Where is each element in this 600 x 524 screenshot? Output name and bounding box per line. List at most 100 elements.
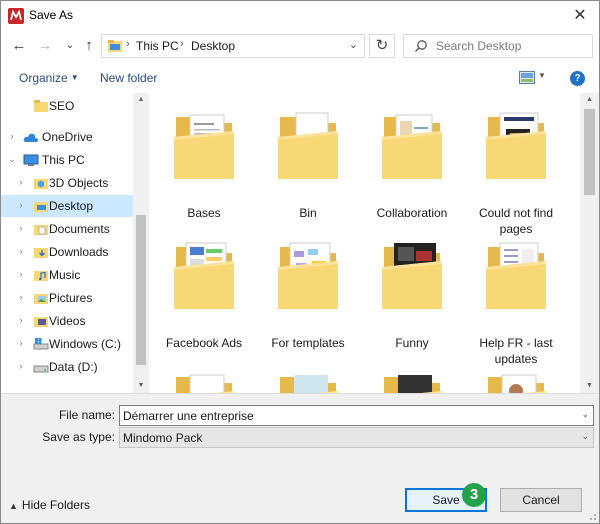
- breadcrumb-desktop[interactable]: Desktop: [191, 39, 235, 53]
- scroll-down-icon[interactable]: ▼: [133, 379, 149, 393]
- chevron-right-icon[interactable]: ›: [16, 361, 26, 371]
- chevron-right-icon[interactable]: ›: [16, 200, 26, 210]
- nav-item-label: SEO: [49, 99, 75, 113]
- nav-item-3d-objects[interactable]: › 3D Objects: [1, 172, 133, 194]
- refresh-icon[interactable]: ↻: [369, 34, 395, 58]
- nav-item-onedrive[interactable]: › OneDrive: [1, 126, 133, 148]
- chevron-right-icon[interactable]: ›: [16, 315, 26, 325]
- folder-icon: [488, 374, 546, 393]
- folder-item-bases[interactable]: Bases: [152, 107, 256, 237]
- breadcrumb-this-pc[interactable]: This PC: [136, 39, 179, 53]
- videos-folder-icon: [34, 317, 48, 327]
- nav-item-pictures[interactable]: › Pictures: [1, 287, 133, 309]
- save-as-dialog: Save As ✕ ← → ⌄ ↑ › This PC › Desktop ⌄ …: [0, 0, 600, 524]
- close-icon[interactable]: ✕: [567, 3, 593, 29]
- chevron-right-icon[interactable]: ›: [16, 246, 26, 256]
- folder-item-for-templates[interactable]: For templates: [256, 237, 360, 367]
- folder-item-funny[interactable]: Funny: [360, 237, 464, 367]
- nav-item-videos[interactable]: › Videos: [1, 310, 133, 332]
- nav-item-seo[interactable]: SEO: [1, 95, 133, 117]
- scroll-up-icon[interactable]: ▲: [580, 93, 599, 107]
- folder-item-unnamed[interactable]: [152, 367, 256, 393]
- chevron-down-icon[interactable]: ⌄: [581, 409, 589, 420]
- view-dropdown-icon[interactable]: ▼: [538, 71, 546, 80]
- view-options-icon[interactable]: [519, 71, 535, 84]
- navigation-scrollbar[interactable]: ▲ ▼: [133, 93, 149, 393]
- nav-item-desktop[interactable]: › Desktop: [1, 195, 133, 217]
- content-scrollbar-thumb[interactable]: [584, 109, 595, 195]
- up-arrow-icon[interactable]: ↑: [79, 35, 99, 57]
- search-input[interactable]: [436, 37, 586, 55]
- this-pc-icon: [23, 154, 39, 166]
- chevron-right-icon[interactable]: ›: [16, 338, 26, 348]
- chevron-down-icon[interactable]: ⌄: [7, 154, 17, 165]
- chevron-right-icon[interactable]: ›: [16, 269, 26, 279]
- file-name-combobox[interactable]: ⌄: [119, 405, 594, 426]
- nav-item-label: This PC: [42, 153, 85, 167]
- chevron-down-icon[interactable]: ⌄: [581, 431, 589, 442]
- folder-icon: [174, 242, 234, 309]
- address-dropdown-chevron-icon[interactable]: ⌄: [349, 38, 358, 51]
- content-scrollbar[interactable]: ▲ ▼: [580, 93, 599, 393]
- chevron-right-icon[interactable]: ›: [16, 177, 26, 187]
- save-as-type-label: Save as type:: [42, 430, 115, 444]
- resize-grip-icon[interactable]: [587, 511, 597, 521]
- folder-icon: [486, 112, 546, 179]
- search-box[interactable]: [403, 34, 593, 58]
- scroll-down-icon[interactable]: ▼: [580, 379, 599, 393]
- nav-item-data-d[interactable]: › Data (D:): [1, 356, 133, 378]
- navigation-scrollbar-thumb[interactable]: [136, 215, 146, 365]
- nav-item-label: Data (D:): [49, 360, 98, 374]
- folder-icon: [486, 242, 546, 309]
- file-name-label: File name:: [58, 408, 115, 422]
- desktop-folder-icon: [34, 202, 48, 212]
- folder-label: Facebook Ads: [165, 336, 243, 350]
- cancel-button[interactable]: Cancel: [500, 488, 582, 512]
- folder-icon: [280, 375, 338, 393]
- nav-item-documents[interactable]: › Documents: [1, 218, 133, 240]
- recent-locations-chevron-icon[interactable]: ⌄: [60, 35, 80, 57]
- new-folder-button[interactable]: New folder: [100, 71, 157, 85]
- folder-icon: [384, 375, 442, 393]
- folder-label: For templates: [271, 336, 345, 350]
- nav-item-label: Windows (C:): [49, 337, 122, 351]
- documents-folder-icon: [34, 225, 48, 235]
- folder-item-unnamed[interactable]: [256, 367, 360, 393]
- nav-item-music[interactable]: › Music: [1, 264, 133, 286]
- folder-label: Bases: [187, 206, 221, 220]
- nav-item-this-pc[interactable]: ⌄ This PC: [1, 149, 133, 171]
- hide-folders-button[interactable]: ▲ Hide Folders: [9, 498, 90, 512]
- search-icon: [415, 40, 427, 52]
- save-as-type-select[interactable]: Mindomo Pack ⌄: [119, 427, 594, 448]
- file-list-pane: Bases Bin Collaboration Could not find page…: [149, 93, 580, 393]
- chevron-right-icon[interactable]: ›: [7, 131, 17, 141]
- 3d-objects-icon: [34, 179, 48, 189]
- chevron-right-icon[interactable]: ›: [16, 223, 26, 233]
- scroll-up-icon[interactable]: ▲: [133, 93, 149, 107]
- nav-item-windows-c[interactable]: › Windows (C:): [1, 333, 133, 355]
- folder-item-facebook-ads[interactable]: Facebook Ads: [152, 237, 256, 367]
- help-icon[interactable]: ?: [570, 71, 585, 86]
- folder-item-could-not-find-pages[interactable]: Could not find pages: [464, 107, 568, 237]
- folder-item-unnamed[interactable]: [360, 367, 464, 393]
- address-bar[interactable]: › This PC › Desktop ⌄: [101, 34, 365, 58]
- back-arrow-icon[interactable]: ←: [9, 35, 29, 57]
- hide-folders-label: Hide Folders: [21, 498, 90, 512]
- folder-item-bin[interactable]: Bin: [256, 107, 360, 237]
- save-form: File name: ⌄ Save as type: Mindomo Pack …: [1, 393, 599, 523]
- forward-arrow-icon[interactable]: →: [35, 35, 55, 57]
- nav-item-downloads[interactable]: › Downloads: [1, 241, 133, 263]
- file-name-input[interactable]: [123, 407, 563, 424]
- folder-item-collaboration[interactable]: Collaboration: [360, 107, 464, 237]
- folder-item-unnamed[interactable]: [464, 367, 568, 393]
- folder-label: Could not find pages: [478, 206, 554, 236]
- folder-icon: [278, 112, 338, 179]
- caret-up-icon: ▲: [9, 501, 18, 511]
- pictures-folder-icon: [34, 294, 48, 304]
- desktop-folder-icon: [108, 40, 122, 52]
- nav-item-label: Documents: [49, 222, 110, 236]
- folder-item-help-fr-last-updates[interactable]: Help FR - last updates: [464, 237, 568, 367]
- windows-drive-icon: [33, 338, 49, 350]
- chevron-right-icon[interactable]: ›: [16, 292, 26, 302]
- organize-button[interactable]: Organize ▼: [19, 71, 79, 85]
